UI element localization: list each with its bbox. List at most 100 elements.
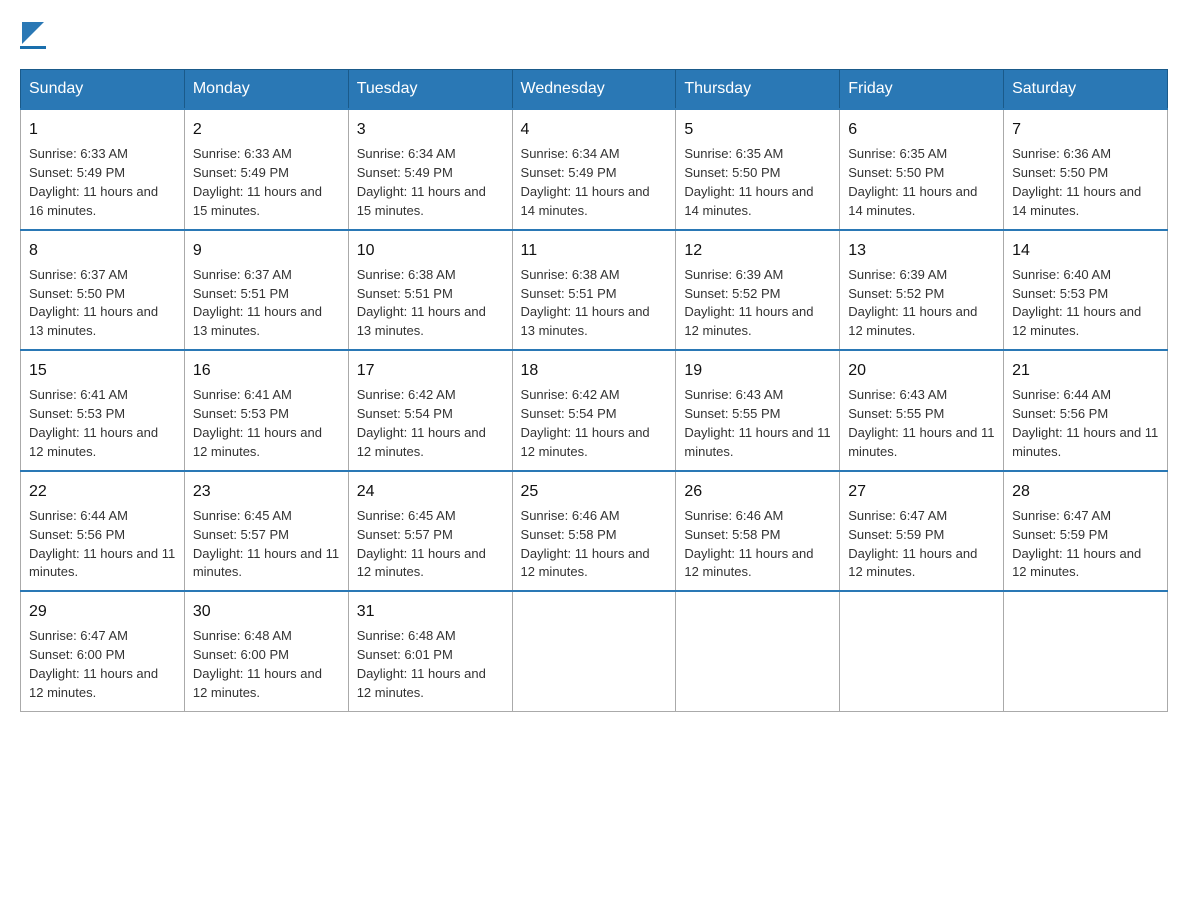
day-info: Sunrise: 6:35 AMSunset: 5:50 PMDaylight:… — [848, 146, 977, 218]
calendar-cell: 21Sunrise: 6:44 AMSunset: 5:56 PMDayligh… — [1004, 350, 1168, 471]
day-number: 30 — [193, 600, 340, 623]
day-number: 2 — [193, 118, 340, 141]
day-info: Sunrise: 6:47 AMSunset: 6:00 PMDaylight:… — [29, 628, 158, 700]
calendar-cell: 17Sunrise: 6:42 AMSunset: 5:54 PMDayligh… — [348, 350, 512, 471]
day-info: Sunrise: 6:46 AMSunset: 5:58 PMDaylight:… — [521, 508, 650, 580]
day-number: 24 — [357, 480, 504, 503]
logo — [20, 20, 46, 49]
calendar-cell: 5Sunrise: 6:35 AMSunset: 5:50 PMDaylight… — [676, 109, 840, 230]
day-number: 7 — [1012, 118, 1159, 141]
day-number: 28 — [1012, 480, 1159, 503]
header-thursday: Thursday — [676, 70, 840, 110]
calendar-cell — [1004, 591, 1168, 711]
week-row-5: 29 Sunrise: 6:47 AMSunset: 6:00 PMDayligh… — [21, 591, 1168, 711]
day-number: 3 — [357, 118, 504, 141]
week-row-2: 8 Sunrise: 6:37 AMSunset: 5:50 PMDaylight… — [21, 230, 1168, 351]
calendar-cell: 14 Sunrise: 6:40 AMSunset: 5:53 PMDayligh… — [1004, 230, 1168, 351]
day-info: Sunrise: 6:38 AMSunset: 5:51 PMDaylight:… — [357, 267, 486, 339]
day-info: Sunrise: 6:44 AMSunset: 5:56 PMDaylight:… — [29, 508, 175, 580]
day-number: 10 — [357, 239, 504, 262]
day-info: Sunrise: 6:43 AMSunset: 5:55 PMDaylight:… — [848, 387, 994, 459]
header-saturday: Saturday — [1004, 70, 1168, 110]
week-row-4: 22Sunrise: 6:44 AMSunset: 5:56 PMDayligh… — [21, 471, 1168, 592]
calendar-cell: 19Sunrise: 6:43 AMSunset: 5:55 PMDayligh… — [676, 350, 840, 471]
calendar-cell: 8 Sunrise: 6:37 AMSunset: 5:50 PMDaylight… — [21, 230, 185, 351]
page-header — [20, 20, 1168, 49]
header-monday: Monday — [184, 70, 348, 110]
calendar-cell: 11 Sunrise: 6:38 AMSunset: 5:51 PMDayligh… — [512, 230, 676, 351]
header-wednesday: Wednesday — [512, 70, 676, 110]
day-number: 27 — [848, 480, 995, 503]
day-number: 25 — [521, 480, 668, 503]
calendar-cell: 30 Sunrise: 6:48 AMSunset: 6:00 PMDayligh… — [184, 591, 348, 711]
day-info: Sunrise: 6:33 AMSunset: 5:49 PMDaylight:… — [29, 146, 158, 218]
day-info: Sunrise: 6:47 AMSunset: 5:59 PMDaylight:… — [848, 508, 977, 580]
day-info: Sunrise: 6:35 AMSunset: 5:50 PMDaylight:… — [684, 146, 813, 218]
day-info: Sunrise: 6:39 AMSunset: 5:52 PMDaylight:… — [684, 267, 813, 339]
calendar-cell: 31Sunrise: 6:48 AMSunset: 6:01 PMDayligh… — [348, 591, 512, 711]
logo-arrow-icon — [22, 22, 44, 44]
calendar-cell: 7 Sunrise: 6:36 AMSunset: 5:50 PMDaylight… — [1004, 109, 1168, 230]
day-number: 16 — [193, 359, 340, 382]
week-row-3: 15Sunrise: 6:41 AMSunset: 5:53 PMDayligh… — [21, 350, 1168, 471]
calendar-cell: 18 Sunrise: 6:42 AMSunset: 5:54 PMDayligh… — [512, 350, 676, 471]
day-info: Sunrise: 6:47 AMSunset: 5:59 PMDaylight:… — [1012, 508, 1141, 580]
day-info: Sunrise: 6:42 AMSunset: 5:54 PMDaylight:… — [357, 387, 486, 459]
day-number: 26 — [684, 480, 831, 503]
logo-underline — [20, 46, 46, 49]
calendar-cell: 22Sunrise: 6:44 AMSunset: 5:56 PMDayligh… — [21, 471, 185, 592]
day-info: Sunrise: 6:39 AMSunset: 5:52 PMDaylight:… — [848, 267, 977, 339]
day-number: 13 — [848, 239, 995, 262]
calendar-cell: 27 Sunrise: 6:47 AMSunset: 5:59 PMDayligh… — [840, 471, 1004, 592]
calendar-cell: 16 Sunrise: 6:41 AMSunset: 5:53 PMDayligh… — [184, 350, 348, 471]
calendar-cell: 13 Sunrise: 6:39 AMSunset: 5:52 PMDayligh… — [840, 230, 1004, 351]
day-info: Sunrise: 6:42 AMSunset: 5:54 PMDaylight:… — [521, 387, 650, 459]
calendar-cell: 12 Sunrise: 6:39 AMSunset: 5:52 PMDayligh… — [676, 230, 840, 351]
day-info: Sunrise: 6:43 AMSunset: 5:55 PMDaylight:… — [684, 387, 830, 459]
day-number: 6 — [848, 118, 995, 141]
day-info: Sunrise: 6:40 AMSunset: 5:53 PMDaylight:… — [1012, 267, 1141, 339]
day-info: Sunrise: 6:41 AMSunset: 5:53 PMDaylight:… — [29, 387, 158, 459]
day-info: Sunrise: 6:38 AMSunset: 5:51 PMDaylight:… — [521, 267, 650, 339]
day-info: Sunrise: 6:36 AMSunset: 5:50 PMDaylight:… — [1012, 146, 1141, 218]
day-info: Sunrise: 6:34 AMSunset: 5:49 PMDaylight:… — [521, 146, 650, 218]
calendar-cell — [840, 591, 1004, 711]
day-info: Sunrise: 6:34 AMSunset: 5:49 PMDaylight:… — [357, 146, 486, 218]
day-number: 1 — [29, 118, 176, 141]
day-info: Sunrise: 6:45 AMSunset: 5:57 PMDaylight:… — [357, 508, 486, 580]
calendar-cell: 20 Sunrise: 6:43 AMSunset: 5:55 PMDayligh… — [840, 350, 1004, 471]
day-number: 31 — [357, 600, 504, 623]
day-info: Sunrise: 6:37 AMSunset: 5:50 PMDaylight:… — [29, 267, 158, 339]
calendar-cell: 15Sunrise: 6:41 AMSunset: 5:53 PMDayligh… — [21, 350, 185, 471]
day-info: Sunrise: 6:33 AMSunset: 5:49 PMDaylight:… — [193, 146, 322, 218]
day-number: 23 — [193, 480, 340, 503]
header-sunday: Sunday — [21, 70, 185, 110]
day-number: 29 — [29, 600, 176, 623]
calendar-cell: 24 Sunrise: 6:45 AMSunset: 5:57 PMDayligh… — [348, 471, 512, 592]
calendar-cell: 23Sunrise: 6:45 AMSunset: 5:57 PMDayligh… — [184, 471, 348, 592]
day-number: 20 — [848, 359, 995, 382]
calendar-cell: 25 Sunrise: 6:46 AMSunset: 5:58 PMDayligh… — [512, 471, 676, 592]
day-number: 14 — [1012, 239, 1159, 262]
day-info: Sunrise: 6:46 AMSunset: 5:58 PMDaylight:… — [684, 508, 813, 580]
calendar-cell: 2 Sunrise: 6:33 AMSunset: 5:49 PMDaylight… — [184, 109, 348, 230]
day-info: Sunrise: 6:41 AMSunset: 5:53 PMDaylight:… — [193, 387, 322, 459]
calendar-cell: 29 Sunrise: 6:47 AMSunset: 6:00 PMDayligh… — [21, 591, 185, 711]
day-number: 11 — [521, 239, 668, 262]
day-info: Sunrise: 6:44 AMSunset: 5:56 PMDaylight:… — [1012, 387, 1158, 459]
calendar-cell: 10 Sunrise: 6:38 AMSunset: 5:51 PMDayligh… — [348, 230, 512, 351]
calendar-cell: 26 Sunrise: 6:46 AMSunset: 5:58 PMDayligh… — [676, 471, 840, 592]
day-number: 18 — [521, 359, 668, 382]
day-number: 12 — [684, 239, 831, 262]
week-row-1: 1 Sunrise: 6:33 AMSunset: 5:49 PMDaylight… — [21, 109, 1168, 230]
calendar-cell: 6 Sunrise: 6:35 AMSunset: 5:50 PMDaylight… — [840, 109, 1004, 230]
calendar-header-row: SundayMondayTuesdayWednesdayThursdayFrid… — [21, 70, 1168, 110]
logo-text — [20, 20, 46, 44]
day-info: Sunrise: 6:48 AMSunset: 6:00 PMDaylight:… — [193, 628, 322, 700]
calendar-table: SundayMondayTuesdayWednesdayThursdayFrid… — [20, 69, 1168, 712]
calendar-cell — [676, 591, 840, 711]
header-friday: Friday — [840, 70, 1004, 110]
calendar-cell: 4Sunrise: 6:34 AMSunset: 5:49 PMDaylight… — [512, 109, 676, 230]
day-number: 8 — [29, 239, 176, 262]
day-info: Sunrise: 6:37 AMSunset: 5:51 PMDaylight:… — [193, 267, 322, 339]
